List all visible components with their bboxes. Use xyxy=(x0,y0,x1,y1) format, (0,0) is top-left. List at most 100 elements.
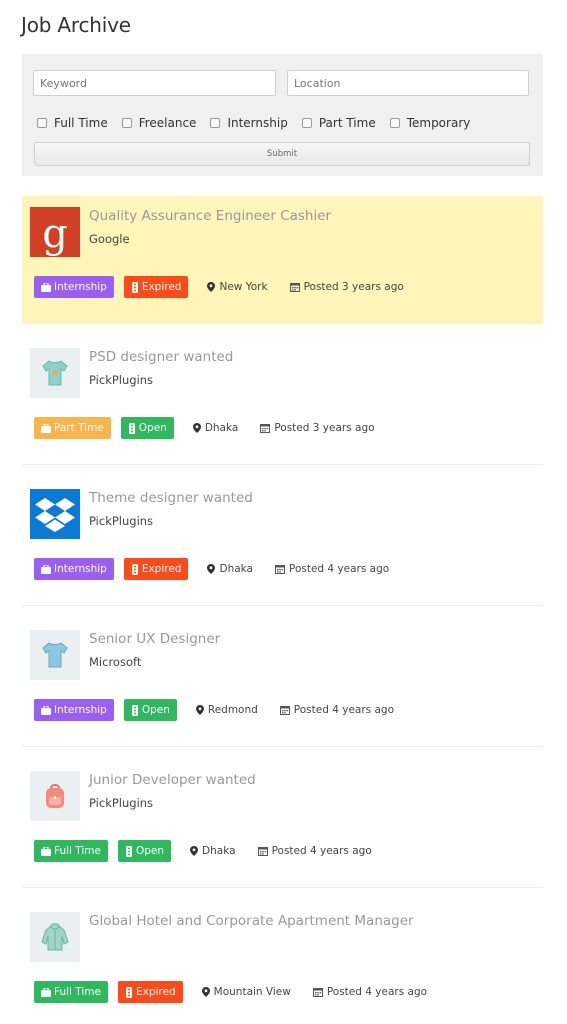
briefcase-icon xyxy=(41,564,51,574)
filter-part-time[interactable]: Part Time xyxy=(301,116,376,130)
job-posted-date: Posted 3 years ago xyxy=(289,281,404,293)
job-location[interactable]: New York xyxy=(207,281,268,293)
location-label: Mountain View xyxy=(213,986,291,998)
location-label: Dhaka xyxy=(219,563,253,575)
job-status-badge[interactable]: Expired xyxy=(123,276,189,298)
posted-label: Posted 4 years ago xyxy=(293,704,395,716)
map-marker-icon xyxy=(195,705,204,715)
filter-label: Temporary xyxy=(406,116,471,130)
job-location[interactable]: Dhaka xyxy=(190,845,236,857)
job-location[interactable]: Mountain View xyxy=(201,986,291,998)
filter-label: Full Time xyxy=(54,116,108,130)
job-type-badge[interactable]: Full Time xyxy=(34,840,108,862)
traffic-light-icon xyxy=(131,704,138,716)
calendar-icon xyxy=(289,283,300,292)
job-status-badge[interactable]: Open xyxy=(123,699,177,721)
traffic-light-icon xyxy=(128,422,135,434)
traffic-light-icon xyxy=(131,281,138,293)
job-type-badge[interactable]: Internship xyxy=(34,276,114,298)
job-type-badge[interactable]: Internship xyxy=(34,699,114,721)
google-logo[interactable]: g xyxy=(30,207,80,257)
job-type-label: Internship xyxy=(54,563,107,575)
filter-temporary[interactable]: Temporary xyxy=(389,116,471,130)
map-marker-icon xyxy=(192,423,201,433)
job-title[interactable]: Junior Developer wanted xyxy=(89,772,256,788)
filter-internship[interactable]: Internship xyxy=(210,116,288,130)
calendar-icon xyxy=(257,847,268,856)
map-marker-icon xyxy=(201,987,210,997)
checkbox[interactable] xyxy=(210,118,221,128)
page-title: Job Archive xyxy=(21,13,131,37)
calendar-icon xyxy=(260,424,271,433)
job-type-badge[interactable]: Part Time xyxy=(34,417,111,439)
checkbox[interactable] xyxy=(301,118,312,128)
job-meta: Internship Open Redmond Posted 4 years a… xyxy=(34,699,412,721)
location-label: Dhaka xyxy=(202,845,236,857)
job-status-badge[interactable]: Open xyxy=(118,840,172,862)
keyword-input[interactable] xyxy=(33,70,276,96)
location-label: New York xyxy=(219,281,268,293)
submit-button[interactable]: Submit xyxy=(34,142,530,166)
company-name: PickPlugins xyxy=(89,796,154,810)
checkbox[interactable] xyxy=(121,118,132,128)
job-filter-form: Full Time Freelance Internship Part Time… xyxy=(22,54,543,176)
job-title[interactable]: Theme designer wanted xyxy=(89,490,253,506)
calendar-icon xyxy=(275,565,285,574)
job-title[interactable]: Global Hotel and Corporate Apartment Man… xyxy=(89,913,414,929)
posted-label: Posted 3 years ago xyxy=(274,422,375,434)
map-marker-icon xyxy=(207,564,216,574)
job-status-badge[interactable]: Expired xyxy=(123,558,189,580)
job-type-badge[interactable]: Internship xyxy=(34,558,114,580)
svg-text:g: g xyxy=(42,211,68,257)
traffic-light-icon xyxy=(126,845,132,857)
company-name: Google xyxy=(89,232,130,246)
job-location[interactable]: Redmond xyxy=(195,704,258,716)
job-title[interactable]: Senior UX Designer xyxy=(89,631,220,647)
location-label: Redmond xyxy=(207,704,258,716)
job-status-label: Expired xyxy=(141,281,182,293)
filter-freelance[interactable]: Freelance xyxy=(121,116,196,130)
job-title[interactable]: Quality Assurance Engineer Cashier xyxy=(89,208,331,224)
posted-label: Posted 4 years ago xyxy=(326,986,428,998)
filter-label: Part Time xyxy=(318,116,376,130)
job-status-label: Open xyxy=(138,422,167,434)
tshirt-blue-logo[interactable] xyxy=(30,630,80,680)
map-marker-icon xyxy=(190,846,199,856)
job-type-label: Full Time xyxy=(54,845,101,857)
briefcase-icon xyxy=(41,282,51,292)
traffic-light-icon xyxy=(126,986,132,998)
calendar-icon xyxy=(312,988,323,997)
location-input[interactable] xyxy=(287,70,529,96)
job-type-label: Internship xyxy=(54,281,107,293)
briefcase-icon xyxy=(41,423,51,433)
job-item: Theme designer wanted PickPlugins Intern… xyxy=(22,478,543,606)
tshirt-logo[interactable] xyxy=(30,348,80,398)
checkbox[interactable] xyxy=(37,118,47,128)
job-type-label: Full Time xyxy=(54,986,101,998)
job-location[interactable]: Dhaka xyxy=(192,422,239,434)
job-meta: Full Time Open Dhaka Posted 4 years ago xyxy=(34,840,390,862)
job-meta: Internship Expired Dhaka Posted 4 years … xyxy=(34,558,407,580)
job-status-badge[interactable]: Open xyxy=(120,417,174,439)
company-name: Microsoft xyxy=(89,655,142,669)
job-type-badge[interactable]: Full Time xyxy=(34,981,108,1003)
job-status-badge[interactable]: Expired xyxy=(118,981,183,1003)
filter-label: Internship xyxy=(227,116,288,130)
job-title[interactable]: PSD designer wanted xyxy=(89,349,233,365)
briefcase-icon xyxy=(41,987,51,997)
backpack-logo[interactable] xyxy=(30,771,80,821)
checkbox[interactable] xyxy=(389,118,400,128)
job-posted-date: Posted 4 years ago xyxy=(275,563,389,575)
job-item: Global Hotel and Corporate Apartment Man… xyxy=(22,901,543,1024)
filter-full-time[interactable]: Full Time xyxy=(37,116,108,130)
briefcase-icon xyxy=(41,846,51,856)
hoodie-logo[interactable] xyxy=(30,912,80,962)
job-type-filters: Full Time Freelance Internship Part Time… xyxy=(37,116,484,130)
job-posted-date: Posted 3 years ago xyxy=(260,422,375,434)
job-meta: Part Time Open Dhaka Posted 3 years ago xyxy=(34,417,393,439)
company-name: PickPlugins xyxy=(89,373,154,387)
location-label: Dhaka xyxy=(204,422,239,434)
dropbox-logo[interactable] xyxy=(30,489,80,539)
calendar-icon xyxy=(279,706,290,715)
job-location[interactable]: Dhaka xyxy=(207,563,253,575)
